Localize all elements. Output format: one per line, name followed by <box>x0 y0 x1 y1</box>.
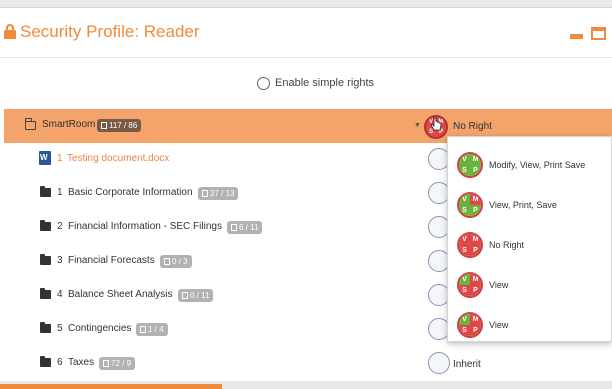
vms-quadrant-m: M <box>470 194 481 205</box>
row-number: 3 <box>57 255 63 266</box>
row-label: Basic Corporate Information <box>68 187 193 198</box>
folder-icon <box>40 186 51 197</box>
root-badge-text: 117 / 86 <box>109 121 138 130</box>
row-number: 1 <box>57 153 63 164</box>
permission-button[interactable] <box>428 352 450 374</box>
caret-down-icon[interactable]: ▼ <box>414 122 421 129</box>
row-label: Balance Sheet Analysis <box>68 289 173 300</box>
row-label: Testing document.docx <box>67 153 170 164</box>
permission-option-label: View, Print, Save <box>489 200 557 210</box>
footer-accent-bar <box>0 384 222 389</box>
simple-rights-label: Enable simple rights <box>275 77 375 89</box>
vms-quadrant-p: P <box>470 325 481 336</box>
vms-quadrant-p: P <box>470 245 481 256</box>
minimize-icon[interactable] <box>570 34 583 39</box>
permission-option[interactable]: V M S P Modify, View, Print Save <box>448 147 612 183</box>
permission-option[interactable]: V M S P View <box>448 307 612 343</box>
vms-quadrant-p: P <box>470 285 481 296</box>
permission-dropdown: V M S P Modify, View, Print Save V M S P View, Pr… <box>447 136 612 342</box>
vms-quadrant-p: P <box>470 165 481 176</box>
tree-row[interactable]: 6 Taxes 72 / 9 Inherit <box>4 347 612 381</box>
row-status-label: Inherit <box>453 359 481 370</box>
vms-rights-icon: VMSP <box>457 312 483 338</box>
row-number: 4 <box>57 289 63 300</box>
page-title: Security Profile: Reader <box>20 22 200 41</box>
permission-option[interactable]: V M S P No Right <box>448 227 612 263</box>
row-label: Contingencies <box>68 323 132 334</box>
row-badge: 72 / 9 <box>99 357 136 370</box>
vms-quadrant-s: S <box>459 245 470 256</box>
row-badge-text: 0 / 11 <box>190 291 210 300</box>
vms-quadrant-m: M <box>470 234 481 245</box>
maximize-icon[interactable] <box>591 27 606 40</box>
vms-quadrant-s: S <box>459 285 470 296</box>
folder-icon <box>40 288 51 299</box>
root-status-label: No Right <box>453 121 492 132</box>
row-badge-text: 6 / 11 <box>239 223 259 232</box>
vms-rights-icon: VMSP <box>457 272 483 298</box>
row-badge-text: 72 / 9 <box>111 359 132 368</box>
vms-quadrant-s: S <box>459 205 470 216</box>
vms-quadrant-p: P <box>470 205 481 216</box>
vms-quadrant-v: V <box>459 274 470 285</box>
vms-rights-icon: VMSP <box>457 192 483 218</box>
simple-rights-toggle[interactable]: Enable simple rights <box>257 75 374 91</box>
vms-quadrant-v: V <box>459 154 470 165</box>
folder-icon <box>40 254 51 265</box>
vms-quadrant-m: M <box>470 154 481 165</box>
row-badge-text: 37 / 13 <box>210 189 235 198</box>
permission-option[interactable]: V M S P View, Print, Save <box>448 187 612 223</box>
folder-open-icon <box>25 118 36 130</box>
row-badge: 6 / 11 <box>227 221 263 234</box>
vms-quadrant-v: V <box>459 234 470 245</box>
row-number: 6 <box>57 357 63 368</box>
top-strip <box>0 0 612 8</box>
row-number: 1 <box>57 187 63 198</box>
row-badge: 37 / 13 <box>198 187 239 200</box>
vms-quadrant-s: S <box>459 165 470 176</box>
permission-option-label: Modify, View, Print Save <box>489 160 586 170</box>
word-doc-icon <box>39 151 51 165</box>
row-label: Financial Forecasts <box>68 255 155 266</box>
permission-option[interactable]: V M S P View <box>448 267 612 303</box>
vms-quadrant-v: V <box>459 194 470 205</box>
hand-cursor-icon <box>430 117 442 131</box>
vms-quadrant-m: M <box>470 274 481 285</box>
vms-quadrant-m: M <box>470 314 481 325</box>
root-label: SmartRoom <box>42 119 96 130</box>
root-badge: 117 / 86 <box>97 119 142 132</box>
permission-option-label: View <box>489 280 509 290</box>
folder-icon <box>40 322 51 333</box>
row-number: 2 <box>57 221 63 232</box>
row-badge-text: 0 / 3 <box>172 257 188 266</box>
permission-option-label: View <box>489 320 509 330</box>
vms-rights-icon: VMSP <box>457 152 483 178</box>
folder-icon <box>40 356 51 367</box>
row-badge: 1 / 4 <box>136 323 168 336</box>
dialog-header: Security Profile: Reader <box>0 8 612 58</box>
vms-quadrant-v: V <box>459 314 470 325</box>
simple-rights-radio[interactable] <box>257 76 270 90</box>
row-badge-text: 1 / 4 <box>148 325 164 334</box>
lock-icon <box>4 24 16 39</box>
row-number: 5 <box>57 323 63 334</box>
row-label: Taxes <box>68 357 95 368</box>
permission-option-label: No Right <box>489 240 525 250</box>
folder-icon <box>40 220 51 231</box>
row-badge: 0 / 3 <box>160 255 192 268</box>
vms-quadrant-s: S <box>459 325 470 336</box>
row-label: Financial Information - SEC Filings <box>68 221 222 232</box>
row-badge: 0 / 11 <box>178 289 214 302</box>
vms-rights-icon: VMSP <box>457 232 483 258</box>
